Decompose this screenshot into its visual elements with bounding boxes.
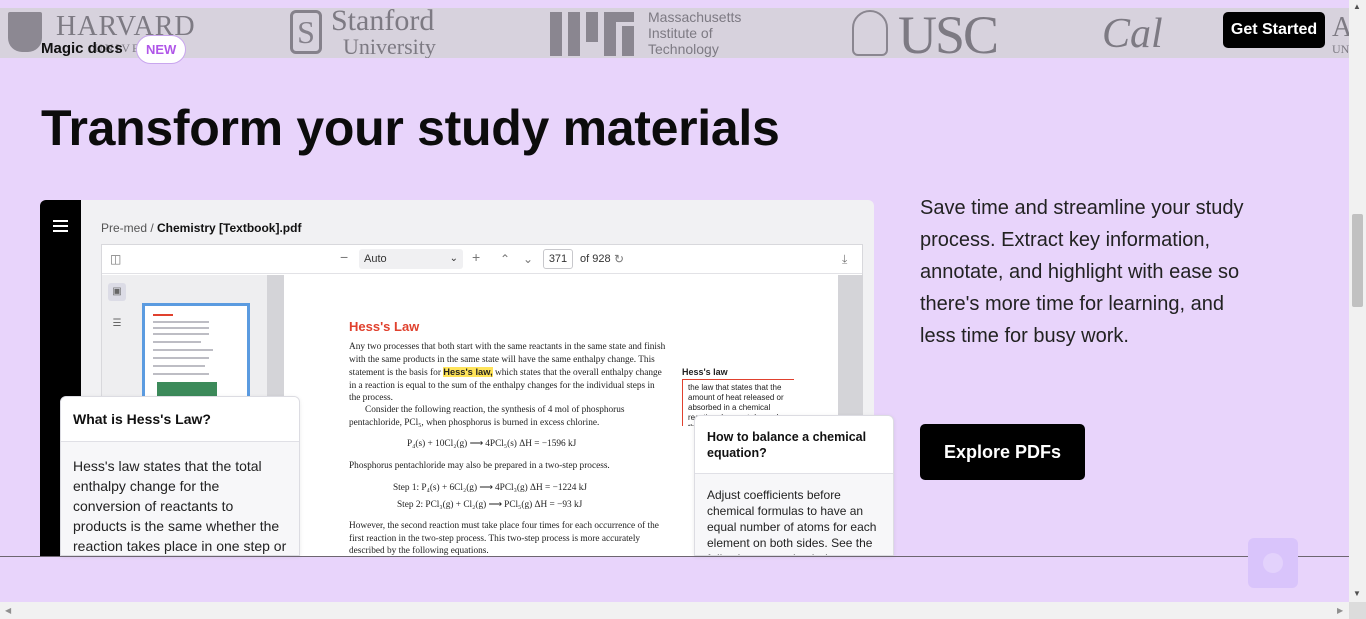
highlighted-term[interactable]: Hess's law, [443, 367, 493, 378]
cal-logo: Cal [1102, 11, 1163, 57]
chevron-up-icon[interactable]: ⌃ [500, 252, 510, 266]
stanford-logo-subtext: University [343, 34, 436, 59]
usc-logo: USC [898, 8, 999, 58]
scrollbar-corner [1349, 602, 1366, 619]
scroll-up-icon[interactable]: ▲ [1353, 2, 1361, 11]
scroll-left-icon[interactable]: ◀ [5, 606, 11, 615]
mit-mark-icon [550, 12, 634, 56]
refresh-icon[interactable]: ↻ [614, 252, 624, 266]
paragraph: Consider the following reaction, the syn… [349, 405, 625, 428]
equation: Step 2: PCl₃(g) + Cl₂(g) ⟶ PCl₅(g) ΔH = … [397, 500, 583, 510]
paragraph: However, the second reaction must take p… [349, 521, 659, 556]
horizontal-scrollbar[interactable]: ◀ ▶ [0, 602, 1349, 619]
thumbnails-view-icon[interactable]: ▣ [108, 283, 126, 301]
breadcrumb: Pre-med / Chemistry [Textbook].pdf [101, 221, 301, 235]
download-icon[interactable]: ⤓ [842, 252, 847, 266]
magic-docs-link[interactable]: Magic docs [41, 40, 123, 57]
page-total: of 928 [580, 253, 611, 265]
page-thumbnail[interactable] [142, 303, 250, 403]
page-number-input[interactable]: 371 [543, 249, 573, 269]
stanford-logo: Stanford University [331, 8, 436, 58]
scroll-down-icon[interactable]: ▼ [1353, 589, 1361, 598]
stanford-s-icon: S [290, 10, 322, 54]
breadcrumb-parent[interactable]: Pre-med / [101, 221, 157, 235]
plus-icon[interactable]: + [472, 250, 480, 264]
qa-question: How to balance a chemical equation? [695, 416, 893, 474]
equation: P₄(s) + 10Cl₂(g) ⟶ 4PCl₅(s) ΔH = −1596 k… [407, 439, 577, 449]
page-heading: Hess's Law [349, 319, 420, 334]
vertical-scrollbar[interactable]: ▲ ▼ [1349, 0, 1366, 602]
harvard-shield-icon [8, 12, 42, 52]
menu-icon[interactable] [53, 220, 68, 232]
chevron-down-icon[interactable]: ⌄ [523, 252, 533, 266]
qa-card[interactable]: What is Hess's Law? Hess's law states th… [60, 396, 300, 556]
paragraph: Any two processes that both start with t… [349, 342, 666, 404]
university-logos-strip: HARVARD UNIVERSITY S Stanford University… [0, 8, 1349, 58]
minus-icon[interactable]: − [340, 250, 348, 264]
partial-logo-text: AR [1332, 12, 1349, 43]
outline-view-icon[interactable]: ☰ [108, 315, 126, 333]
breadcrumb-file: Chemistry [Textbook].pdf [157, 221, 302, 235]
qa-question: What is Hess's Law? [61, 397, 299, 442]
qa-answer: Adjust coefficients before chemical form… [707, 488, 877, 555]
scroll-right-icon[interactable]: ▶ [1337, 606, 1343, 615]
chat-icon[interactable] [1248, 538, 1298, 588]
sidebar-toggle-icon[interactable]: ◫ [110, 252, 121, 266]
zoom-select[interactable]: Auto ⌄ [359, 249, 463, 269]
usc-shield-icon [852, 10, 888, 56]
margin-term: Hess's law [682, 367, 794, 380]
qa-card[interactable]: How to balance a chemical equation? Adju… [694, 415, 894, 556]
explore-pdfs-button[interactable]: Explore PDFs [920, 424, 1085, 480]
chevron-down-icon: ⌄ [449, 253, 458, 264]
partial-logo-subtext: UNIV [1332, 42, 1349, 56]
stanford-logo-text: Stanford [331, 8, 435, 37]
hero-description: Save time and streamline your study proc… [920, 197, 1244, 347]
partial-logo: AR UNIV [1332, 12, 1349, 56]
viewer-toolbar: ◫ − Auto ⌄ + ⌃ ⌄ 371 of 928 ↻ ⤓ [102, 245, 862, 274]
scrollbar-thumb[interactable] [1352, 214, 1363, 307]
zoom-select-value: Auto [364, 253, 387, 265]
get-started-button[interactable]: Get Started [1223, 12, 1325, 48]
qa-answer: Hess's law states that the total enthalp… [73, 458, 287, 554]
page-title: Transform your study materials [41, 100, 780, 156]
mit-logo: Massachusetts Institute of Technology [648, 9, 742, 57]
new-badge: NEW [136, 35, 187, 64]
equation: Step 1: P₄(s) + 6Cl₂(g) ⟶ 4PCl₃(g) ΔH = … [393, 483, 588, 493]
section-divider [0, 556, 1349, 557]
paragraph: Phosphorus pentachloride may also be pre… [349, 461, 610, 471]
